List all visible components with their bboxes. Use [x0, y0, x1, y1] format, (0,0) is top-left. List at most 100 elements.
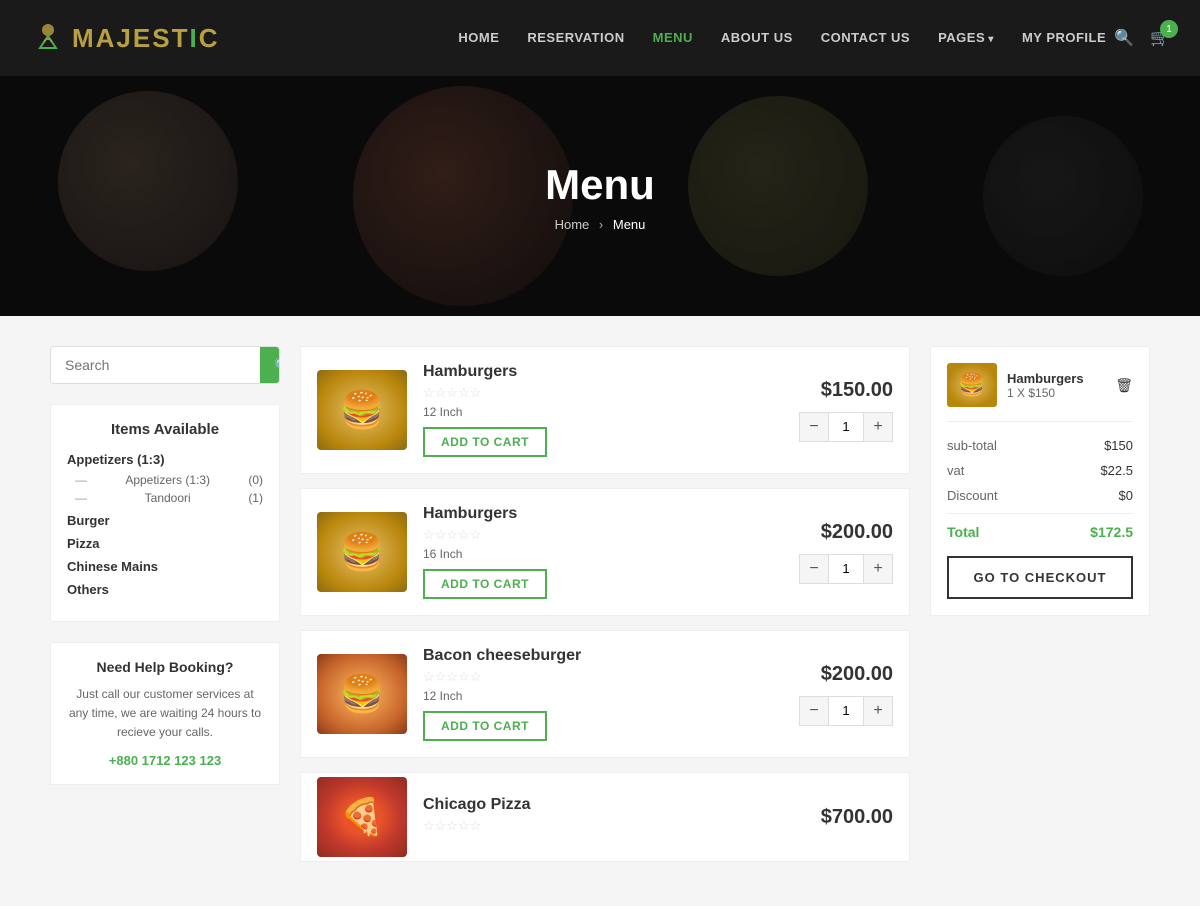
- cart-badge: 1: [1160, 20, 1178, 38]
- nav-profile[interactable]: MY PROFILE: [1022, 30, 1106, 45]
- discount-value: $0: [1119, 488, 1133, 503]
- cart-item-name: Hamburgers: [1007, 371, 1105, 386]
- nav-menu[interactable]: MENU: [653, 30, 693, 45]
- total-label: Total: [947, 524, 979, 540]
- breadcrumb: Home › Menu: [555, 217, 646, 232]
- item-1-right: $150.00 − +: [799, 379, 893, 442]
- total-value: $172.5: [1090, 524, 1133, 540]
- cat-burger[interactable]: Burger: [67, 513, 263, 528]
- item-1-qty-minus[interactable]: −: [800, 413, 828, 441]
- breadcrumb-separator: ›: [599, 217, 603, 232]
- cat-pizza[interactable]: Pizza: [67, 536, 263, 551]
- add-to-cart-button-1[interactable]: ADD TO CART: [423, 427, 547, 457]
- item-2-qty-minus[interactable]: −: [800, 555, 828, 583]
- item-2-info: Hamburgers ☆☆☆☆☆ 16 Inch ADD TO CART: [423, 505, 783, 599]
- cart-delete-icon[interactable]: 🗑: [1115, 377, 1133, 394]
- main-content: 🔍 Items Available Appetizers (1:3) Appet…: [20, 316, 1180, 906]
- help-title: Need Help Booking?: [67, 659, 263, 675]
- item-2-right: $200.00 − +: [799, 521, 893, 584]
- item-2-image: [317, 512, 407, 592]
- item-2-qty-plus[interactable]: +: [864, 555, 892, 583]
- item-4-stars: ☆☆☆☆☆: [423, 818, 805, 834]
- item-3-stars: ☆☆☆☆☆: [423, 669, 783, 685]
- search-input[interactable]: [51, 347, 260, 383]
- sidebar: 🔍 Items Available Appetizers (1:3) Appet…: [50, 346, 280, 876]
- checkout-button[interactable]: GO TO CHECKOUT: [947, 556, 1133, 599]
- item-4-right: $700.00: [821, 806, 893, 829]
- hero-title: Menu: [545, 161, 655, 209]
- nav-home[interactable]: HOME: [458, 30, 499, 45]
- nav-contact[interactable]: CONTACT US: [821, 30, 910, 45]
- cart-discount-row: Discount $0: [947, 488, 1133, 503]
- hero-bowl-far-right: [983, 116, 1143, 276]
- vat-label: vat: [947, 463, 964, 478]
- item-1-qty-plus[interactable]: +: [864, 413, 892, 441]
- hero-section: Menu Home › Menu: [0, 76, 1200, 316]
- menu-item-4: Chicago Pizza ☆☆☆☆☆ $700.00: [300, 772, 910, 862]
- item-3-right: $200.00 − +: [799, 663, 893, 726]
- navbar: MAJESTIC HOME RESERVATION MENU ABOUT US …: [0, 0, 1200, 76]
- item-2-size: 16 Inch: [423, 547, 783, 561]
- cart-wrapper[interactable]: 🛒 1: [1142, 28, 1170, 48]
- category-appetizers: Appetizers (1:3): [67, 452, 263, 467]
- help-panel: Need Help Booking? Just call our custome…: [50, 642, 280, 785]
- logo[interactable]: MAJESTIC: [30, 20, 219, 56]
- item-1-qty-input[interactable]: [828, 413, 864, 441]
- item-3-qty-plus[interactable]: +: [864, 697, 892, 725]
- subcategory-appetizers[interactable]: Appetizers (1:3) (0): [67, 473, 263, 487]
- item-3-size: 12 Inch: [423, 689, 783, 703]
- subtotal-value: $150: [1104, 438, 1133, 453]
- subcategory-tandoori[interactable]: Tandoori (1): [67, 491, 263, 505]
- item-3-price: $200.00: [821, 663, 893, 686]
- nav-reservation[interactable]: RESERVATION: [527, 30, 624, 45]
- cart-item-details: Hamburgers 1 X $150: [1007, 371, 1105, 400]
- cat-others[interactable]: Others: [67, 582, 263, 597]
- add-to-cart-button-2[interactable]: ADD TO CART: [423, 569, 547, 599]
- cart-vat-row: vat $22.5: [947, 463, 1133, 478]
- item-1-stars: ☆☆☆☆☆: [423, 385, 783, 401]
- item-3-qty-minus[interactable]: −: [800, 697, 828, 725]
- item-1-price: $150.00: [821, 379, 893, 402]
- search-button[interactable]: 🔍: [260, 347, 280, 383]
- cart-item-image: 🍔: [947, 363, 997, 407]
- nav-pages[interactable]: PAGES: [938, 30, 994, 45]
- cart-box: 🍔 Hamburgers 1 X $150 🗑 sub-total $150 v…: [930, 346, 1150, 616]
- search-box: 🔍: [50, 346, 280, 384]
- item-1-name: Hamburgers: [423, 363, 783, 381]
- item-2-qty-input[interactable]: [828, 555, 864, 583]
- item-3-info: Bacon cheeseburger ☆☆☆☆☆ 12 Inch ADD TO …: [423, 647, 783, 741]
- item-3-qty-input[interactable]: [828, 697, 864, 725]
- cart-subtotal-row: sub-total $150: [947, 438, 1133, 453]
- logo-text: MAJESTIC: [72, 23, 219, 54]
- menu-item-2: Hamburgers ☆☆☆☆☆ 16 Inch ADD TO CART $20…: [300, 488, 910, 616]
- item-4-price: $700.00: [821, 806, 893, 829]
- search-icon[interactable]: 🔍: [1114, 28, 1134, 48]
- items-panel-title: Items Available: [67, 421, 263, 438]
- item-1-image: [317, 370, 407, 450]
- add-to-cart-button-3[interactable]: ADD TO CART: [423, 711, 547, 741]
- cat-chinese[interactable]: Chinese Mains: [67, 559, 263, 574]
- item-4-image: [317, 777, 407, 857]
- cart-panel: 🍔 Hamburgers 1 X $150 🗑 sub-total $150 v…: [930, 346, 1150, 876]
- nav-links: HOME RESERVATION MENU ABOUT US CONTACT U…: [458, 29, 1106, 47]
- item-1-qty-control: − +: [799, 412, 893, 442]
- nav-about[interactable]: ABOUT US: [721, 30, 793, 45]
- cart-item-row: 🍔 Hamburgers 1 X $150 🗑: [947, 363, 1133, 422]
- discount-label: Discount: [947, 488, 998, 503]
- vat-value: $22.5: [1100, 463, 1133, 478]
- items-panel: Items Available Appetizers (1:3) Appetiz…: [50, 404, 280, 622]
- menu-item-3: Bacon cheeseburger ☆☆☆☆☆ 12 Inch ADD TO …: [300, 630, 910, 758]
- item-4-name: Chicago Pizza: [423, 796, 805, 814]
- breadcrumb-home[interactable]: Home: [555, 217, 590, 232]
- item-2-qty-control: − +: [799, 554, 893, 584]
- hero-bowl-right: [688, 96, 868, 276]
- subtotal-label: sub-total: [947, 438, 997, 453]
- cart-item-qty: 1 X $150: [1007, 386, 1105, 400]
- hero-bowl-left: [58, 91, 238, 271]
- item-4-info: Chicago Pizza ☆☆☆☆☆: [423, 796, 805, 838]
- item-2-name: Hamburgers: [423, 505, 783, 523]
- breadcrumb-current: Menu: [613, 217, 646, 232]
- help-phone[interactable]: +880 1712 123 123: [67, 753, 263, 768]
- hero-bowl-center: [353, 86, 573, 306]
- item-3-qty-control: − +: [799, 696, 893, 726]
